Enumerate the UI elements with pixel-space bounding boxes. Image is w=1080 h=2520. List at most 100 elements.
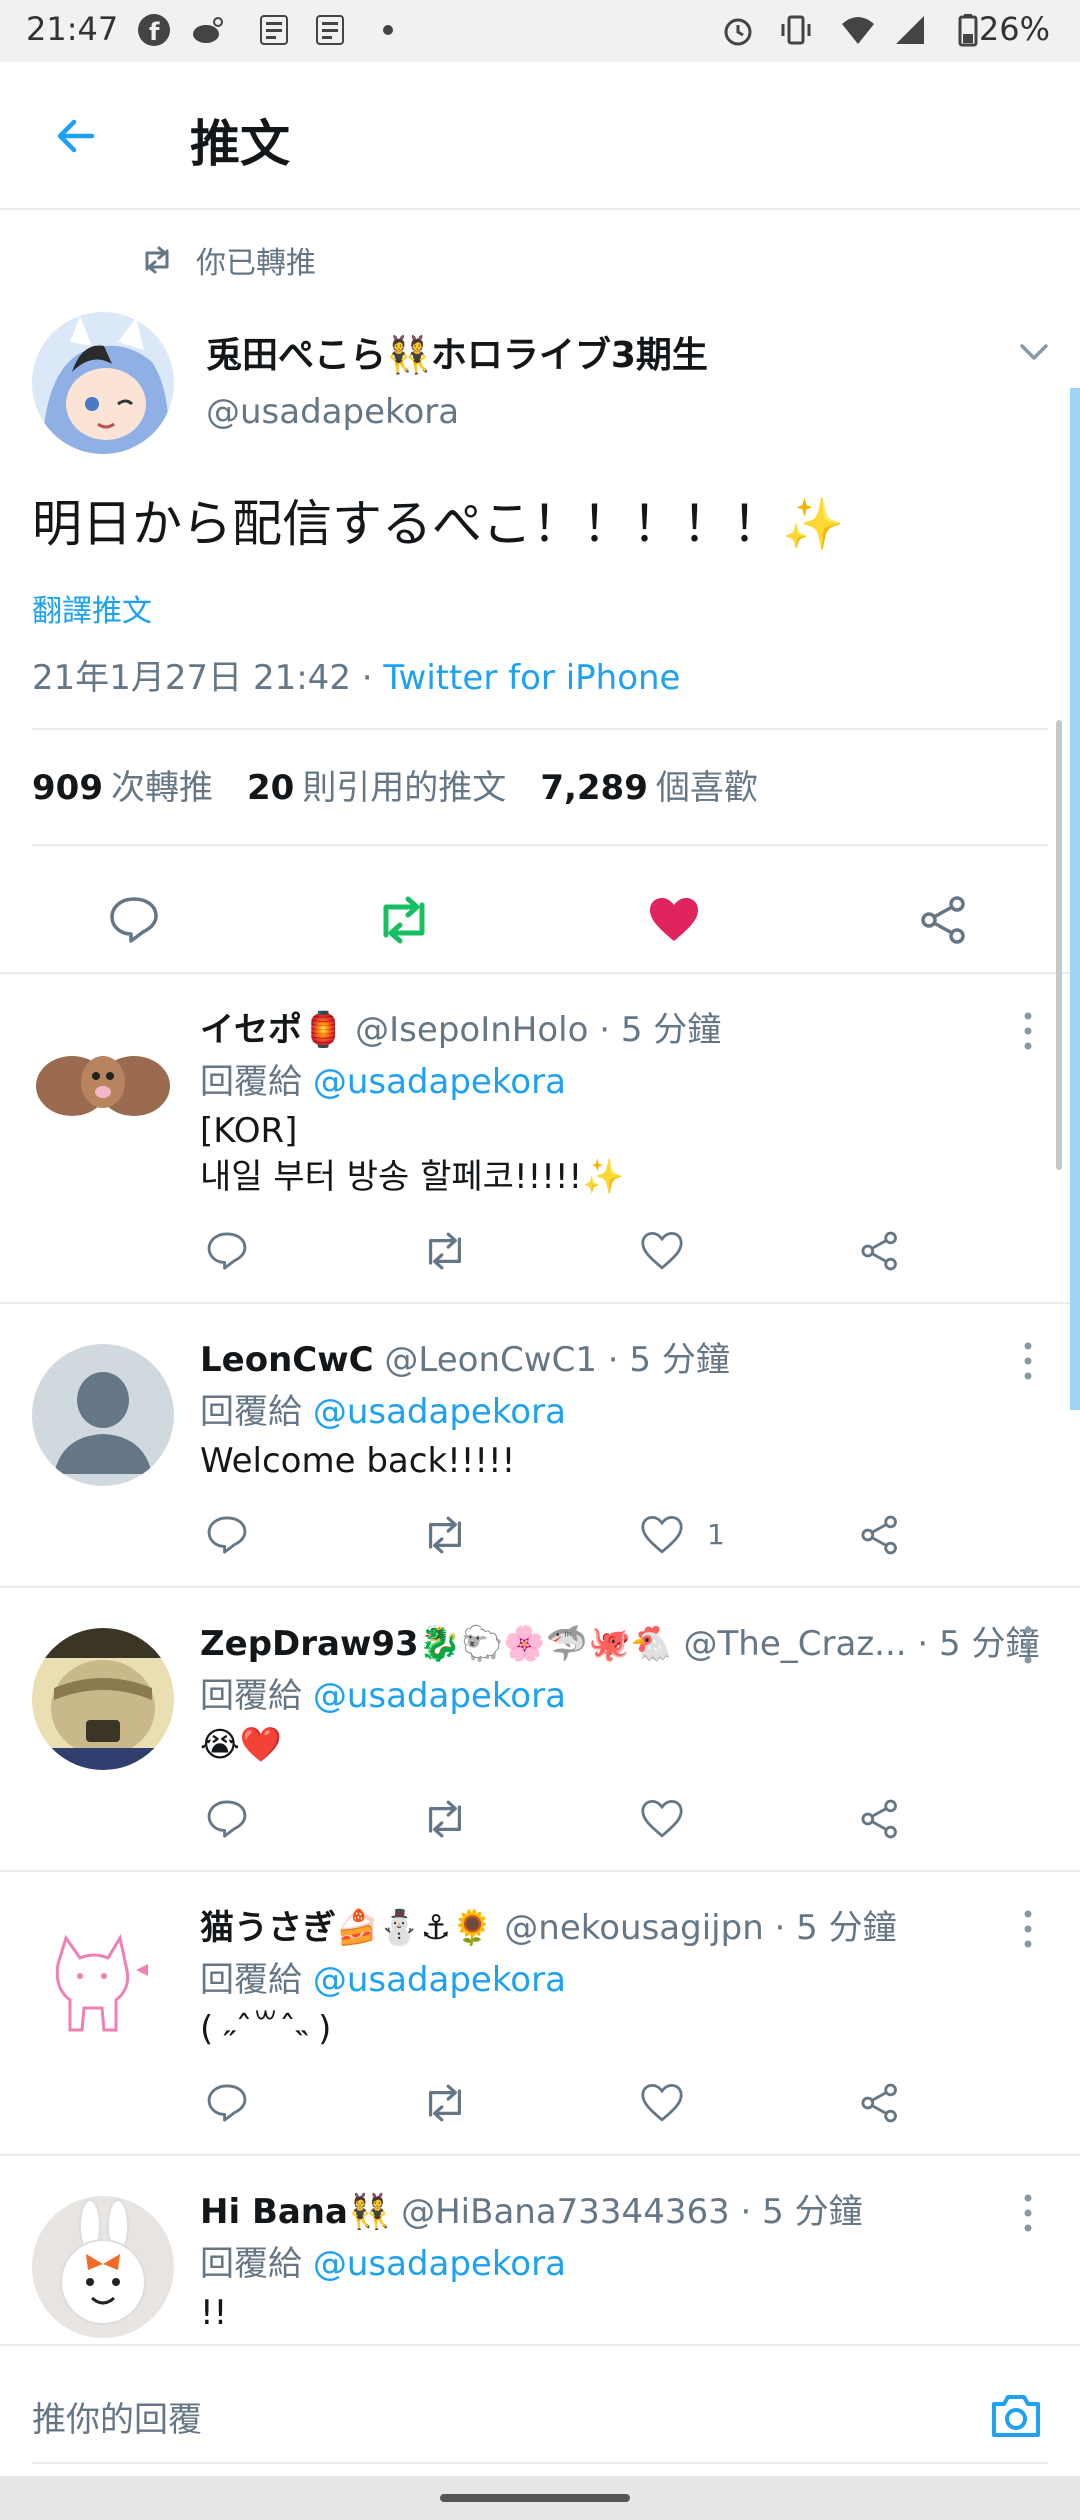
compose-bar: 推你的回覆 (0, 2344, 1080, 2476)
like-button[interactable] (644, 890, 704, 950)
reply-tweet[interactable]: Hi Bana👯 @HiBana73344363 · 5 分鐘 回覆給 @usa… (0, 2154, 1080, 2344)
avatar[interactable] (32, 1344, 174, 1486)
tweet-stats: 909 次轉推 20 則引用的推文 7,289 個喜歡 (32, 760, 758, 809)
default-avatar-image (32, 1344, 174, 1486)
retweet-icon (429, 1800, 461, 1838)
avatar-image (32, 1628, 174, 1770)
avatar[interactable] (32, 1912, 174, 2054)
facebook-icon: f (138, 14, 170, 46)
reply-actions (200, 1794, 960, 1854)
back-button[interactable] (40, 100, 112, 172)
divider (32, 844, 1048, 846)
home-gesture-handle[interactable] (440, 2494, 630, 2502)
reply-author-handle[interactable]: @nekousagijpn (504, 1908, 763, 1948)
news-icon (316, 15, 344, 45)
like-button[interactable] (637, 2078, 687, 2128)
reply-to-label: 回覆給 (200, 1062, 313, 1102)
retweeted-indicator: 你已轉推 (140, 238, 316, 282)
retweeted-label: 你已轉推 (196, 246, 316, 281)
retweet-button[interactable] (420, 1510, 470, 1560)
reply-to-mention[interactable]: @usadapekora (313, 1392, 566, 1432)
more-options-icon[interactable] (1010, 1906, 1046, 1952)
reply-author-name[interactable]: Hi Bana👯 (200, 2192, 390, 2232)
reply-tweet[interactable]: 猫うさぎ🍰⛄⚓🌻 @nekousagijpn · 5 分鐘 回覆給 @usada… (0, 1870, 1080, 2154)
reply-to-label: 回覆給 (200, 2244, 313, 2284)
likes-stat[interactable]: 7,289 個喜歡 (540, 760, 758, 809)
source-link[interactable]: Twitter for iPhone (383, 658, 680, 698)
retweet-button[interactable] (420, 1794, 470, 1844)
reply-actions: 1 (200, 1510, 960, 1570)
retweet-button[interactable] (374, 890, 434, 950)
weibo-icon (193, 17, 223, 43)
share-button[interactable] (855, 1510, 905, 1560)
reply-author-name[interactable]: イセポ🏮 (200, 1010, 344, 1050)
reply-author-handle[interactable]: @IsepoInHolo (355, 1010, 588, 1050)
avatar[interactable] (32, 2196, 174, 2338)
quotes-stat[interactable]: 20 則引用的推文 (247, 760, 506, 809)
reply-author-name[interactable]: LeonCwC (200, 1340, 374, 1380)
reply-tweet[interactable]: ZepDraw93🐉🐑🌸🦈🐙🐔 @The_Craz... · 5 分鐘 回覆給 … (0, 1586, 1080, 1870)
reply-time: · 5 分鐘 (596, 1340, 730, 1380)
translate-link[interactable]: 翻譯推文 (32, 586, 152, 630)
reply-button[interactable] (202, 1226, 252, 1276)
author-handle[interactable]: @usadapekora (206, 392, 459, 432)
reply-text: [KOR] 내일 부터 방송 할페코!!!!!✨ (200, 1108, 624, 1200)
divider (32, 728, 1048, 730)
like-button[interactable] (637, 1510, 687, 1560)
heart-outline-icon (641, 1515, 683, 1554)
reply-button[interactable] (202, 2078, 252, 2128)
avatar[interactable] (32, 312, 174, 454)
scrollbar[interactable] (1056, 720, 1062, 1170)
quotes-count: 20 (246, 768, 295, 808)
share-button[interactable] (914, 890, 974, 950)
chevron-down-icon[interactable] (1016, 334, 1052, 370)
reply-button[interactable] (202, 1510, 252, 1560)
reply-button[interactable] (202, 1794, 252, 1844)
retweets-stat[interactable]: 909 次轉推 (32, 760, 213, 809)
like-button[interactable] (637, 1226, 687, 1276)
more-options-icon[interactable] (1010, 1008, 1046, 1054)
avatar[interactable] (32, 1628, 174, 1770)
reply-to-mention[interactable]: @usadapekora (313, 1062, 566, 1102)
reply-to-label: 回覆給 (200, 1676, 313, 1716)
reply-tweet[interactable]: イセポ🏮 @IsepoInHolo · 5 分鐘 回覆給 @usadapekor… (0, 972, 1080, 1302)
reply-text: Welcome back!!!!! (200, 1438, 515, 1484)
reply-header: Hi Bana👯 @HiBana73344363 · 5 分鐘 (200, 2184, 863, 2233)
more-options-icon[interactable] (1010, 1338, 1046, 1384)
tweet-actions (0, 870, 1080, 970)
reply-author-name[interactable]: 猫うさぎ🍰⛄⚓🌻 (200, 1908, 493, 1948)
likes-count: 7,289 (540, 768, 648, 808)
author-name[interactable]: 兎田ぺこら👯ホロライブ3期生 (206, 326, 708, 378)
reply-button[interactable] (104, 890, 164, 950)
reply-icon (207, 2084, 247, 2122)
reply-tweet[interactable]: LeonCwC @LeonCwC1 · 5 分鐘 回覆給 @usadapekor… (0, 1302, 1080, 1586)
reply-author-handle[interactable]: @LeonCwC1 (384, 1340, 597, 1380)
reply-text-line: !! (200, 2293, 228, 2333)
reply-text: ( ˶ˆ꒳ˆ˵ ) (200, 2006, 331, 2052)
more-options-icon[interactable] (1010, 2190, 1046, 2236)
reply-to-mention[interactable]: @usadapekora (313, 1960, 566, 2000)
reply-author-handle[interactable]: @The_Craz... (684, 1624, 907, 1664)
more-options-icon[interactable] (1010, 1622, 1046, 1668)
share-button[interactable] (855, 1794, 905, 1844)
avatar[interactable] (32, 1014, 174, 1156)
retweet-button[interactable] (420, 2078, 470, 2128)
retweet-icon (383, 896, 425, 944)
vibrate-icon (781, 15, 811, 45)
reply-author-handle[interactable]: @HiBana73344363 (401, 2192, 730, 2232)
timestamp-text: 21年1月27日 21:42 · (32, 658, 384, 698)
share-button[interactable] (855, 1226, 905, 1276)
reply-author-name[interactable]: ZepDraw93🐉🐑🌸🦈🐙🐔 (200, 1624, 673, 1664)
reply-to-mention[interactable]: @usadapekora (313, 2244, 566, 2284)
reply-input[interactable]: 推你的回覆 (32, 2378, 1048, 2464)
reply-icon (207, 1232, 247, 1270)
reply-to-line: 回覆給 @usadapekora (200, 2236, 566, 2285)
like-button[interactable] (637, 1794, 687, 1844)
reply-to-mention[interactable]: @usadapekora (313, 1676, 566, 1716)
retweet-button[interactable] (420, 1226, 470, 1276)
share-button[interactable] (855, 2078, 905, 2128)
reply-to-label: 回覆給 (200, 1960, 313, 2000)
reply-to-line: 回覆給 @usadapekora (200, 1668, 566, 1717)
camera-icon[interactable] (986, 2386, 1046, 2446)
arrow-left-icon (57, 119, 95, 153)
